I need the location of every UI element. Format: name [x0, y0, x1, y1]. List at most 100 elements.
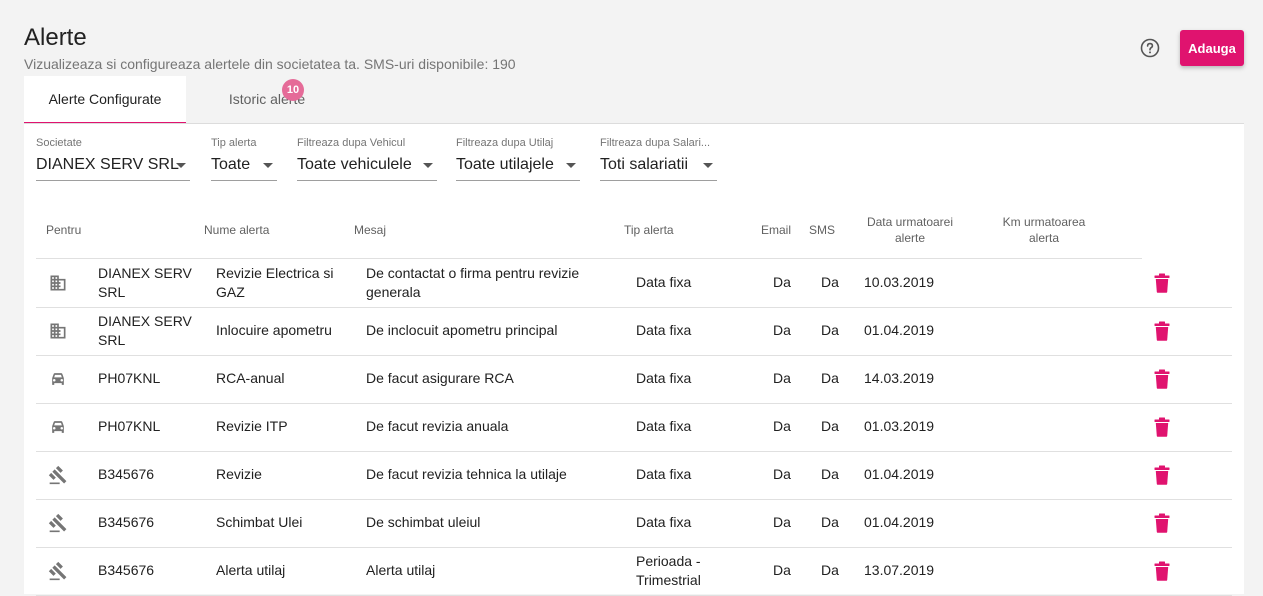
trash-icon[interactable] — [1154, 273, 1170, 293]
tab-configured-alerts[interactable]: Alerte Configurate — [24, 76, 186, 124]
header-line: Km urmatoarea — [1002, 215, 1086, 229]
for-cell: DIANEX SERV SRL — [98, 264, 210, 302]
message-cell: De facut asigurare RCA — [366, 369, 626, 388]
cell-line: Revizie — [216, 466, 262, 482]
filter-label: Societate — [36, 137, 82, 149]
filter-label: Filtreaza dupa Utilaj — [456, 137, 554, 149]
history-count-badge: 10 — [282, 79, 304, 101]
alert-name-cell: Inlocuire apometru — [216, 321, 362, 340]
cell-line: Revizie ITP — [216, 418, 288, 434]
filter-company: Societate DIANEX SERV SRL — [36, 136, 190, 181]
filter-alert-type: Tip alerta Toate — [211, 136, 277, 181]
for-cell: B345676 — [98, 561, 210, 580]
alert-name-cell: Alerta utilaj — [216, 561, 362, 580]
sms-cell: Da — [821, 322, 839, 338]
chevron-down-icon — [566, 163, 576, 168]
vehicle-select[interactable]: Toate vehiculele — [297, 154, 437, 181]
cell-line: generala — [366, 284, 421, 300]
alert-name-cell: RCA-anual — [216, 369, 362, 388]
table-row[interactable]: PH07KNL Revizie ITP De facut revizia anu… — [36, 403, 1232, 452]
alert-type-cell: Data fixa — [636, 465, 756, 484]
column-header-sms: SMS — [809, 223, 836, 237]
message-cell: De schimbat uleiul — [366, 513, 626, 532]
next-date-cell: 01.03.2019 — [864, 418, 935, 434]
header-line: alerta — [1028, 231, 1060, 245]
alert-type-cell: Data fixa — [636, 513, 756, 532]
column-header-next-date: Data urmatoarei alerte — [840, 214, 980, 246]
cell-line: DIANEX SERV — [98, 265, 192, 281]
email-cell: Da — [773, 466, 791, 482]
table-row[interactable]: B345676 Schimbat Ulei De schimbat uleiul… — [36, 499, 1232, 548]
sms-cell: Da — [821, 274, 839, 290]
cell-line: PH07KNL — [98, 370, 161, 386]
column-header-alert-name: Nume alerta — [204, 223, 270, 237]
trash-icon[interactable] — [1154, 417, 1170, 437]
header-line: Data urmatoarei — [866, 215, 954, 229]
gavel-icon — [48, 561, 67, 581]
tab-alert-history[interactable]: Istoric alerte — [186, 76, 348, 122]
cell-line: De facut revizia anuala — [366, 418, 509, 434]
building-icon — [50, 323, 66, 339]
message-cell: De facut revizia tehnica la utilaje — [366, 465, 626, 484]
trash-icon[interactable] — [1154, 321, 1170, 341]
table-row[interactable]: DIANEX SERV SRL Revizie Electrica si GAZ… — [36, 259, 1232, 308]
trash-icon[interactable] — [1154, 465, 1170, 485]
equipment-select[interactable]: Toate utilajele — [456, 154, 580, 181]
sms-cell: Da — [821, 370, 839, 386]
cell-line: B345676 — [98, 466, 155, 482]
employee-select[interactable]: Toti salariatii — [600, 154, 717, 181]
trash-icon[interactable] — [1154, 369, 1170, 389]
cell-line: PH07KNL — [98, 418, 161, 434]
trash-icon[interactable] — [1154, 513, 1170, 533]
cell-line: Data fixa — [636, 322, 692, 338]
gavel-icon — [48, 513, 67, 533]
car-icon — [52, 421, 64, 433]
sms-cell: Da — [821, 562, 839, 578]
column-header-email: Email — [761, 223, 792, 237]
email-cell: Da — [773, 370, 791, 386]
filter-equipment: Filtreaza dupa Utilaj Toate utilajele — [456, 136, 580, 181]
alerts-panel: Societate DIANEX SERV SRL Tip alerta Toa… — [24, 123, 1244, 596]
sms-cell: Da — [821, 418, 839, 434]
table-row[interactable]: PH07KNL RCA-anual De facut asigurare RCA… — [36, 355, 1232, 404]
next-date-cell: 10.03.2019 — [864, 274, 935, 290]
table-row[interactable]: DIANEX SERV SRL Inlocuire apometru De in… — [36, 307, 1232, 356]
alert-name-cell: Schimbat Ulei — [216, 513, 362, 532]
cell-line: Revizie Electrica si — [216, 265, 334, 281]
cell-line: Schimbat Ulei — [216, 514, 303, 530]
cell-line: De inclocuit apometru principal — [366, 322, 558, 338]
next-date-cell: 01.04.2019 — [864, 466, 935, 482]
cell-line: Data fixa — [636, 418, 692, 434]
cell-line: RCA-anual — [216, 370, 285, 386]
company-select[interactable]: DIANEX SERV SRL — [36, 154, 190, 181]
next-date-cell: 01.04.2019 — [864, 322, 935, 338]
cell-line: Perioada - — [636, 553, 701, 569]
filter-label: Filtreaza dupa Salari... — [600, 137, 711, 149]
table-row[interactable]: B345676 Revizie De facut revizia tehnica… — [36, 451, 1232, 500]
cell-line: Data fixa — [636, 514, 692, 530]
sms-cell: Da — [821, 514, 839, 530]
cell-line: Data fixa — [636, 274, 692, 290]
cell-line: De schimbat uleiul — [366, 514, 481, 530]
filter-label: Filtreaza dupa Vehicul — [297, 137, 406, 149]
table-row[interactable]: B345676 Alerta utilaj Alerta utilaj Peri… — [36, 547, 1232, 596]
filter-value: Toate — [211, 156, 251, 173]
add-button[interactable]: Adauga — [1180, 30, 1244, 66]
column-header-message: Mesaj — [354, 223, 387, 237]
filter-value: Toate utilajele — [456, 156, 554, 173]
chevron-down-icon — [176, 163, 186, 168]
help-circle-icon[interactable] — [1140, 38, 1160, 58]
alert-type-cell: Data fixa — [636, 273, 756, 292]
filter-vehicle: Filtreaza dupa Vehicul Toate vehiculele — [297, 136, 437, 181]
cell-line: Data fixa — [636, 370, 692, 386]
for-cell: PH07KNL — [98, 369, 210, 388]
email-cell: Da — [773, 322, 791, 338]
cell-line: SRL — [98, 332, 126, 348]
cell-line: GAZ — [216, 284, 245, 300]
chevron-down-icon — [703, 163, 713, 168]
trash-icon[interactable] — [1154, 561, 1170, 581]
cell-line: De facut revizia tehnica la utilaje — [366, 466, 567, 482]
alert-type-cell: Data fixa — [636, 321, 756, 340]
alert-type-select[interactable]: Toate — [211, 154, 277, 181]
sms-cell: Da — [821, 466, 839, 482]
